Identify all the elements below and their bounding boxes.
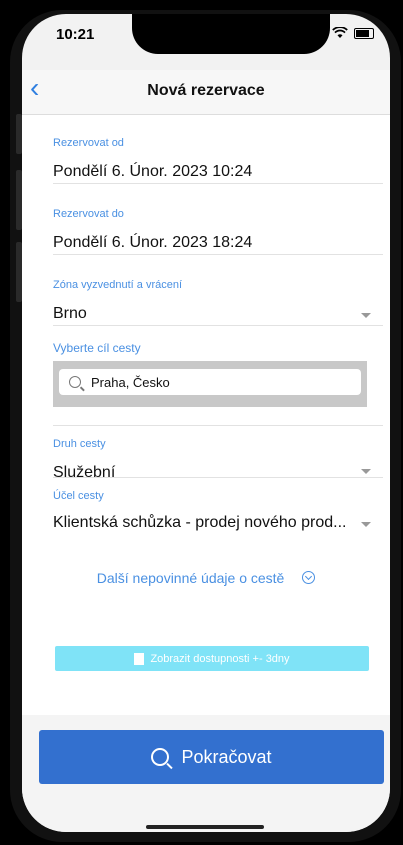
destination-label: Vyberte cíl cesty: [53, 341, 141, 355]
continue-label: Pokračovat: [181, 746, 272, 767]
reserve-to-value: Pondělí 6. Únor. 2023 18:24: [53, 234, 253, 251]
destination-search-input[interactable]: Praha, Česko: [59, 369, 361, 395]
reserve-to-label: Rezervovat do: [53, 208, 124, 220]
dropdown-caret-icon: [361, 522, 371, 527]
screen: 10:21 .... ‹ Nová rezervace Rezervovat o…: [22, 14, 390, 832]
more-details-label: Další nepovinné údaje o cestě: [96, 570, 285, 586]
battery-icon: [354, 27, 374, 39]
purpose-select[interactable]: Účel cesty Klientská schůzka - prodej no…: [53, 490, 383, 542]
destination-search-bar: Praha, Česko: [53, 361, 367, 407]
status-icons: ....: [309, 26, 374, 40]
more-details-link[interactable]: Další nepovinné údaje o cestě: [22, 570, 390, 586]
reserve-from-field[interactable]: Rezervovat od Pondělí 6. Únor. 2023 10:2…: [53, 137, 383, 184]
show-availability-button[interactable]: Zobrazit dostupnosti +- 3dny: [55, 646, 369, 671]
nav-bar: ‹ Nová rezervace: [22, 70, 390, 115]
wifi-icon: [332, 27, 348, 38]
notch: [132, 14, 330, 54]
reservation-form: Rezervovat od Pondělí 6. Únor. 2023 10:2…: [22, 115, 390, 715]
trip-type-select[interactable]: Druh cesty Služební: [53, 425, 383, 481]
chevron-down-circle-icon: [302, 571, 316, 584]
show-availability-label: Zobrazit dostupnosti +- 3dny: [150, 652, 290, 665]
search-icon: [69, 376, 81, 388]
trip-type-value: Služební: [53, 464, 116, 481]
page-title: Nová rezervace: [147, 82, 265, 99]
reserve-to-field[interactable]: Rezervovat do Pondělí 6. Únor. 2023 18:2…: [53, 208, 383, 255]
zone-label: Zóna vyzvednutí a vrácení: [53, 279, 183, 291]
home-indicator: [146, 825, 264, 829]
search-icon: [151, 748, 170, 766]
dropdown-caret-icon: [361, 313, 371, 318]
zone-value: Brno: [53, 305, 87, 322]
calendar-icon: [134, 652, 145, 665]
reserve-from-label: Rezervovat od: [53, 137, 124, 149]
dropdown-caret-icon: [361, 469, 371, 474]
status-time: 10:21: [56, 26, 95, 43]
zone-select[interactable]: Zóna vyzvednutí a vrácení Brno: [53, 279, 383, 326]
bottom-bar: Pokračovat: [22, 715, 390, 832]
purpose-label: Účel cesty: [53, 490, 104, 502]
signal-icon: ....: [308, 26, 326, 40]
destination-search-value: Praha, Česko: [91, 374, 170, 390]
continue-button[interactable]: Pokračovat: [39, 730, 384, 784]
reserve-from-value: Pondělí 6. Únor. 2023 10:24: [53, 163, 253, 180]
purpose-value: Klientská schůzka - prodej nového prod..…: [53, 514, 347, 531]
trip-type-label: Druh cesty: [53, 438, 106, 450]
